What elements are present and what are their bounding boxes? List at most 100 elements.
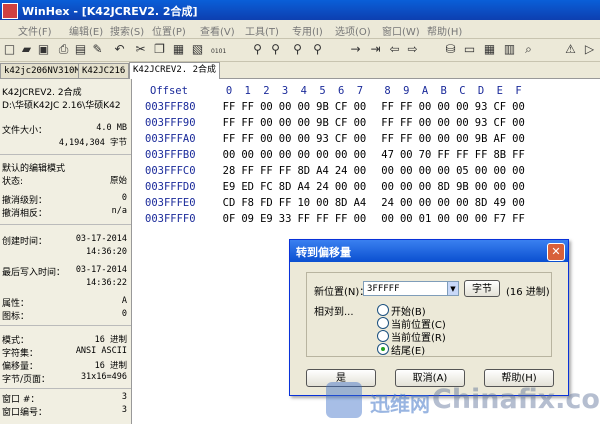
hex-byte[interactable]: FF	[379, 101, 397, 113]
hex-byte[interactable]: 00	[379, 165, 397, 177]
hex-byte[interactable]: 24	[314, 181, 332, 193]
hex-byte[interactable]: 00	[332, 149, 350, 161]
hex-byte[interactable]: 00	[472, 181, 490, 193]
hex-byte[interactable]: 00	[510, 133, 528, 145]
hex-byte[interactable]: 00	[453, 117, 471, 129]
hex-byte[interactable]: 00	[435, 213, 453, 225]
hex-byte[interactable]: 10	[295, 197, 313, 209]
hex-byte[interactable]: CF	[491, 117, 509, 129]
hex-byte[interactable]: 00	[276, 117, 294, 129]
hex-byte[interactable]: 00	[472, 213, 490, 225]
hex-byte[interactable]: 01	[416, 213, 434, 225]
hex-byte[interactable]: 00	[510, 181, 528, 193]
hex-byte[interactable]: 00	[397, 165, 415, 177]
hex-byte[interactable]: 00	[397, 149, 415, 161]
hex-byte[interactable]: 47	[379, 149, 397, 161]
hex-byte[interactable]: FF	[397, 133, 415, 145]
menu-options[interactable]: 选项(O)	[335, 23, 371, 38]
hex-byte[interactable]: FF	[379, 133, 397, 145]
hex-byte[interactable]: CF	[332, 101, 350, 113]
hex-byte[interactable]: 00	[453, 101, 471, 113]
hex-byte[interactable]: FF	[220, 101, 238, 113]
hex-byte[interactable]: 0F	[220, 213, 238, 225]
hex-byte[interactable]: 00	[435, 197, 453, 209]
menu-special[interactable]: 专用(I)	[292, 23, 323, 38]
radio-current-reverse[interactable]	[377, 330, 389, 342]
ram-icon[interactable]: ▭	[462, 42, 477, 57]
hex-byte[interactable]: 49	[491, 197, 509, 209]
hex-byte[interactable]: 00	[295, 117, 313, 129]
hex-byte[interactable]: 00	[416, 133, 434, 145]
hex-byte[interactable]: 00	[257, 101, 275, 113]
hex-byte[interactable]: 8D	[332, 197, 350, 209]
hex-byte[interactable]: 00	[453, 213, 471, 225]
hex-byte[interactable]: FF	[472, 149, 490, 161]
hex-byte[interactable]: FF	[397, 101, 415, 113]
hex-byte[interactable]: 00	[435, 165, 453, 177]
hex-byte[interactable]: FD	[257, 197, 275, 209]
hex-byte[interactable]: CF	[332, 133, 350, 145]
copy-icon[interactable]: ❐	[152, 42, 167, 57]
hex-byte[interactable]: FF	[295, 213, 313, 225]
hex-byte[interactable]: 00	[332, 181, 350, 193]
undo-icon[interactable]: ↶	[112, 42, 127, 57]
hex-byte[interactable]: 00	[397, 197, 415, 209]
hex-byte[interactable]: 33	[276, 213, 294, 225]
goto-offset-icon[interactable]: →	[348, 42, 363, 57]
hex-byte[interactable]: CF	[491, 101, 509, 113]
hex-byte[interactable]: 00	[220, 149, 238, 161]
radio-start[interactable]	[377, 304, 389, 316]
hex-byte[interactable]: A4	[351, 197, 369, 209]
menu-file[interactable]: 文件(F)	[18, 23, 52, 38]
hex-byte[interactable]: 00	[295, 149, 313, 161]
hex-byte[interactable]: 24	[332, 165, 350, 177]
hex-byte[interactable]: 00	[351, 101, 369, 113]
forward-icon[interactable]: ⇨	[405, 42, 420, 57]
chevron-down-icon[interactable]: ▼	[447, 281, 459, 296]
hex-byte[interactable]: 00	[379, 181, 397, 193]
analyze-icon[interactable]: ▥	[502, 42, 517, 57]
hex-byte[interactable]: 93	[472, 101, 490, 113]
hex-byte[interactable]: AF	[491, 133, 509, 145]
paste-write-icon[interactable]: ▧	[190, 42, 205, 57]
hex-byte[interactable]: 00	[453, 197, 471, 209]
find-text-icon[interactable]: ⚲	[250, 42, 265, 57]
hex-byte[interactable]: 00	[239, 149, 257, 161]
more-icon[interactable]: ▷	[582, 42, 597, 57]
hex-byte[interactable]: 00	[491, 165, 509, 177]
radio-current[interactable]	[377, 317, 389, 329]
hex-byte[interactable]: 00	[397, 213, 415, 225]
hex-byte[interactable]: FF	[510, 149, 528, 161]
hex-byte[interactable]: 00	[416, 197, 434, 209]
hex-byte[interactable]: FF	[314, 213, 332, 225]
hex-byte[interactable]: 00	[472, 165, 490, 177]
hex-byte[interactable]: 93	[472, 117, 490, 129]
hex-byte[interactable]: 00	[510, 101, 528, 113]
menu-edit[interactable]: 编辑(E)	[69, 23, 103, 38]
calculator-icon[interactable]: ▦	[482, 42, 497, 57]
hex-byte[interactable]: FF	[239, 117, 257, 129]
hex-byte[interactable]: 00	[510, 165, 528, 177]
hex-byte[interactable]: 00	[435, 117, 453, 129]
binary-ops-icon[interactable]: 0101	[211, 42, 226, 57]
menu-view[interactable]: 查看(V)	[200, 23, 235, 38]
hex-byte[interactable]: 00	[435, 101, 453, 113]
find-hex-icon[interactable]: ⚲	[268, 42, 283, 57]
hex-byte[interactable]: 00	[416, 101, 434, 113]
hex-byte[interactable]: 00	[295, 133, 313, 145]
hex-byte[interactable]: 8D	[276, 181, 294, 193]
hex-byte[interactable]: A4	[295, 181, 313, 193]
open-folder-icon[interactable]: ▰	[19, 42, 34, 57]
hex-byte[interactable]: 9B	[453, 181, 471, 193]
hex-byte[interactable]: ED	[239, 181, 257, 193]
hex-byte[interactable]: 00	[351, 117, 369, 129]
menu-search[interactable]: 搜索(S)	[110, 23, 144, 38]
hex-byte[interactable]: 00	[257, 117, 275, 129]
hex-byte[interactable]: 00	[314, 197, 332, 209]
hex-byte[interactable]: 70	[416, 149, 434, 161]
hex-byte[interactable]: 00	[351, 181, 369, 193]
disk-icon[interactable]: ⛁	[443, 42, 458, 57]
hex-byte[interactable]: A4	[314, 165, 332, 177]
hex-byte[interactable]: 00	[491, 181, 509, 193]
hex-byte[interactable]: 93	[314, 133, 332, 145]
